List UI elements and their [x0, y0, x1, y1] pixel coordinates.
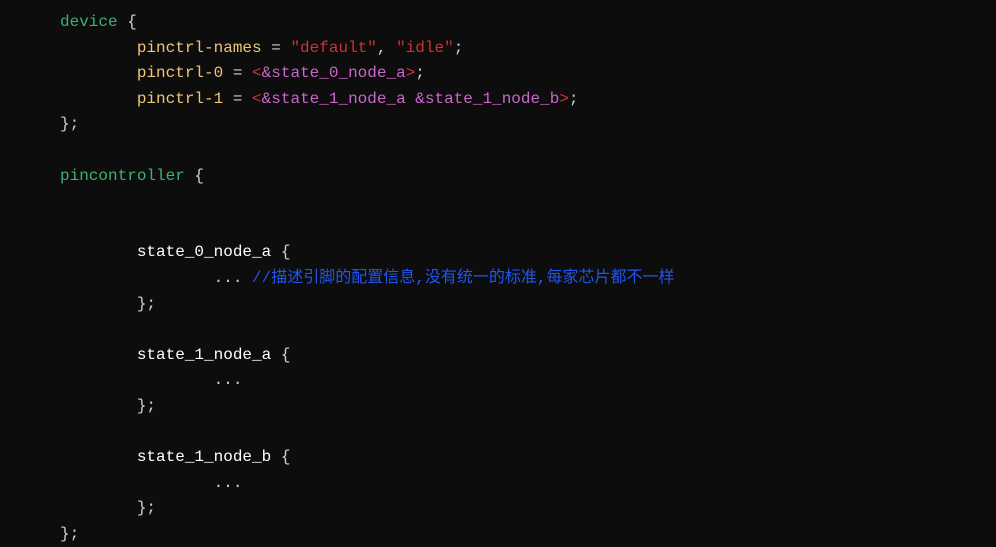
semicolon: ; [569, 90, 579, 108]
brace-open: { [118, 13, 137, 31]
angle-open: < [252, 64, 262, 82]
property-pinctrl-1: pinctrl-1 [137, 90, 223, 108]
brace-close: }; [137, 295, 156, 313]
label-state-1-a: state_1_node_a [137, 346, 271, 364]
comment-text: //描述引脚的配置信息,没有统一的标准,每家芯片都不一样 [252, 269, 674, 287]
code-snippet: device { pinctrl-names = "default", "idl… [0, 10, 996, 547]
brace-open: { [271, 346, 290, 364]
operator-eq: = [223, 64, 252, 82]
semicolon: ; [415, 64, 425, 82]
ref-state-1-b: &state_1_node_b [415, 90, 559, 108]
angle-open: < [252, 90, 262, 108]
brace-open: { [185, 167, 204, 185]
string-default: "default" [290, 39, 376, 57]
angle-close: > [559, 90, 569, 108]
brace-close: }; [60, 525, 79, 543]
operator-eq: = [262, 39, 291, 57]
brace-open: { [271, 448, 290, 466]
brace-close: }; [137, 397, 156, 415]
ref-state-0-a: &state_0_node_a [262, 64, 406, 82]
ref-state-1-a: &state_1_node_a [262, 90, 416, 108]
semicolon: ; [454, 39, 464, 57]
operator-eq: = [223, 90, 252, 108]
string-idle: "idle" [396, 39, 454, 57]
brace-close: }; [60, 115, 79, 133]
ellipsis: ... [214, 371, 243, 389]
label-state-0-a: state_0_node_a [137, 243, 271, 261]
keyword-pincontroller: pincontroller [60, 167, 185, 185]
ellipsis: ... [214, 269, 252, 287]
angle-close: > [406, 64, 416, 82]
label-state-1-b: state_1_node_b [137, 448, 271, 466]
property-pinctrl-0: pinctrl-0 [137, 64, 223, 82]
brace-close: }; [137, 499, 156, 517]
comma: , [377, 39, 396, 57]
ellipsis: ... [214, 474, 243, 492]
property-pinctrl-names: pinctrl-names [137, 39, 262, 57]
brace-open: { [271, 243, 290, 261]
keyword-device: device [60, 13, 118, 31]
